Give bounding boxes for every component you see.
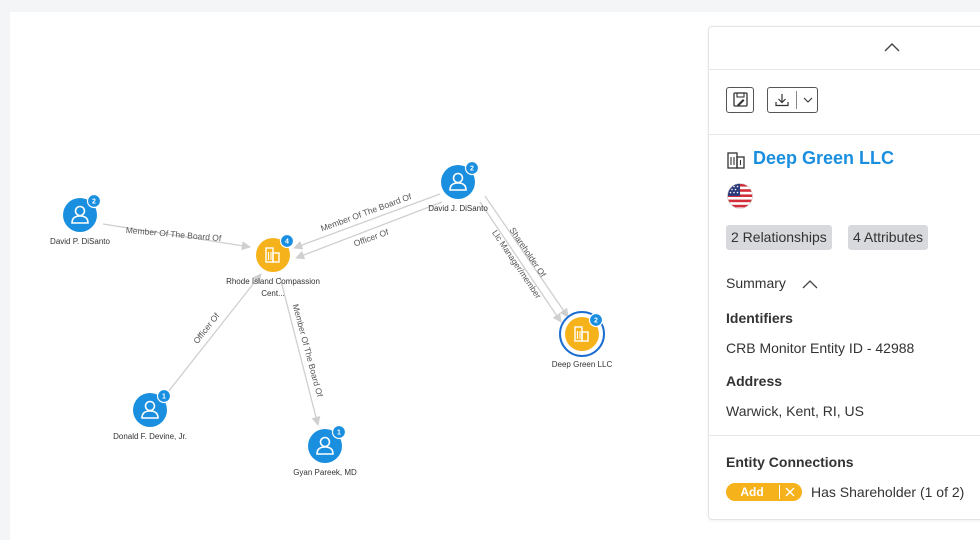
divider <box>709 435 980 436</box>
save-button[interactable] <box>726 87 754 113</box>
entity-name[interactable]: Deep Green LLC <box>753 148 894 169</box>
building-icon <box>727 151 745 169</box>
graph-node-gyan[interactable]: 1 Gyan Pareek, MD <box>293 424 357 478</box>
chevron-up-icon[interactable] <box>802 278 818 290</box>
node-label: Gyan Pareek, MD <box>293 468 357 477</box>
graph-edge[interactable] <box>167 273 262 393</box>
entity-title: Deep Green LLC <box>727 148 894 169</box>
summary-label[interactable]: Summary <box>726 275 786 291</box>
edge-label: Member Of The Board Of <box>319 191 413 233</box>
graph-node-david-p[interactable]: 2 David P. DiSanto <box>50 193 110 247</box>
edge-label: Member Of The Board Of <box>125 225 222 243</box>
save-icon <box>733 92 748 107</box>
count-badge-text: 2 <box>470 166 474 173</box>
entity-connections-heading: Entity Connections <box>726 454 854 470</box>
identifier-value: CRB Monitor Entity ID - 42988 <box>726 340 915 356</box>
count-badge-text: 2 <box>92 199 96 206</box>
count-badge-text: 1 <box>337 430 341 437</box>
address-value: Warwick, Kent, RI, US <box>726 403 864 419</box>
panel-toolbar <box>709 70 980 135</box>
connection-text: Has Shareholder (1 of 2) <box>811 484 965 500</box>
count-badge-text: 2 <box>594 318 598 325</box>
node-label: Deep Green LLC <box>552 360 613 369</box>
close-icon[interactable] <box>784 486 796 498</box>
address-heading: Address <box>726 373 783 389</box>
node-label: David P. DiSanto <box>50 237 110 246</box>
add-label[interactable]: Add <box>726 483 778 501</box>
count-badge-text: 4 <box>285 239 289 246</box>
graph-node-david-j[interactable]: 2 David J. DiSanto <box>428 160 488 214</box>
node-label: Donald F. Devine, Jr. <box>113 432 187 441</box>
download-icon <box>775 94 789 107</box>
edge-label: Officer Of <box>191 310 222 345</box>
download-menu-button[interactable] <box>767 87 818 113</box>
attributes-chip[interactable]: 4 Attributes <box>848 225 929 250</box>
node-label: Rhode Island Compassion <box>226 277 320 286</box>
pill-divider <box>779 485 780 499</box>
node-label: David J. DiSanto <box>428 204 488 213</box>
graph-node-deep-green[interactable]: 2 Deep Green LLC <box>552 311 613 369</box>
panel-collapse-bar[interactable] <box>709 27 980 70</box>
edge-label: Officer Of <box>352 227 390 249</box>
count-badge-text: 1 <box>162 394 166 401</box>
relationships-chip[interactable]: 2 Relationships <box>726 225 832 250</box>
add-connection-button[interactable]: Add <box>726 483 802 501</box>
graph-node-donald[interactable]: 1 Donald F. Devine, Jr. <box>113 388 187 442</box>
us-flag-icon <box>727 183 753 209</box>
identifiers-heading: Identifiers <box>726 310 793 326</box>
node-label: Cent... <box>261 289 285 298</box>
chevron-down-icon[interactable] <box>797 88 819 112</box>
details-panel: Deep Green LLC 2 Relationships 4 Attribu… <box>708 26 980 520</box>
chevron-up-icon[interactable] <box>883 40 901 54</box>
